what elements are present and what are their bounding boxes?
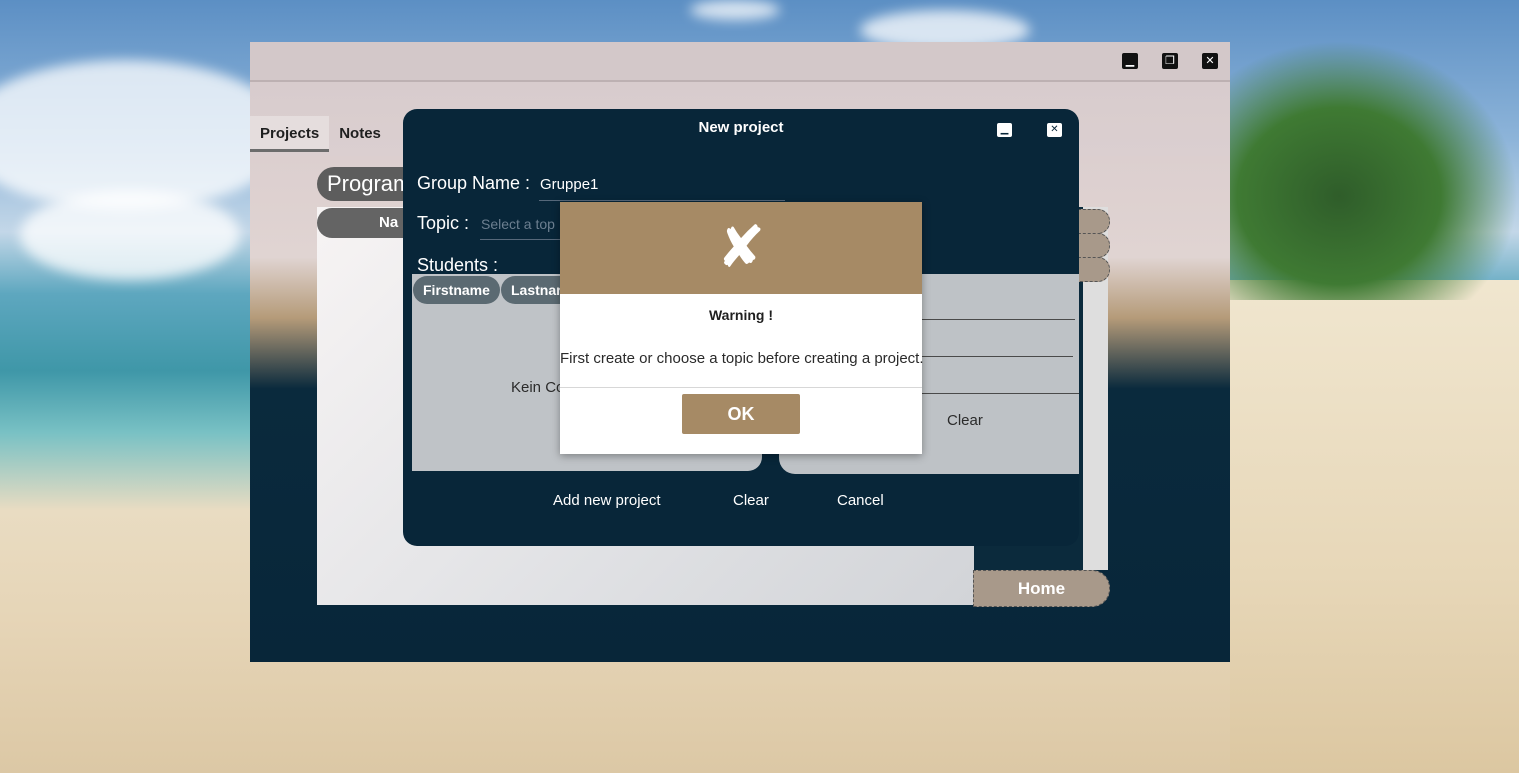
cross-icon: ✘	[716, 213, 766, 281]
group-name-field[interactable]: Gruppe1	[540, 176, 598, 193]
selected-clear-button[interactable]: Clear	[947, 412, 983, 429]
students-empty-text: Kein Co	[511, 379, 565, 396]
home-button[interactable]: Home	[973, 570, 1110, 607]
restore-icon[interactable]: ❐	[1162, 53, 1178, 69]
topic-underline	[480, 239, 560, 240]
window-titlebar: ▁ ❐ ✕	[250, 42, 1230, 80]
topic-select[interactable]: Select a top	[481, 216, 555, 232]
warning-title: Warning !	[708, 307, 774, 323]
selected-line-1	[922, 319, 1075, 320]
warning-dialog: ✘ Warning ! First create or choose a top…	[560, 202, 924, 454]
tab-notes[interactable]: Notes	[329, 116, 391, 152]
cancel-button[interactable]: Cancel	[837, 492, 884, 509]
group-name-underline	[539, 200, 785, 201]
warning-divider	[560, 387, 922, 388]
warning-header: ✘	[560, 202, 922, 294]
dialog-minimize-icon[interactable]: ▁	[997, 123, 1012, 137]
tab-projects[interactable]: Projects	[250, 116, 330, 152]
group-name-label: Group Name :	[417, 173, 531, 193]
clear-button[interactable]: Clear	[733, 492, 769, 509]
warning-message: First create or choose a topic before cr…	[560, 350, 924, 367]
students-label: Students :	[417, 255, 499, 275]
column-header-firstname[interactable]: Firstname	[413, 276, 500, 304]
dialog-title: New project	[698, 119, 784, 136]
minimize-icon[interactable]: ▁	[1122, 53, 1138, 69]
close-icon[interactable]: ✕	[1202, 53, 1218, 69]
selected-line-2	[922, 356, 1073, 357]
dialog-close-icon[interactable]: ✕	[1047, 123, 1062, 137]
ok-button[interactable]: OK	[682, 394, 800, 434]
add-new-project-button[interactable]: Add new project	[553, 492, 661, 509]
selected-line-3	[922, 393, 1079, 394]
main-tabs: Projects Notes	[250, 116, 391, 152]
topic-label: Topic :	[417, 213, 470, 233]
